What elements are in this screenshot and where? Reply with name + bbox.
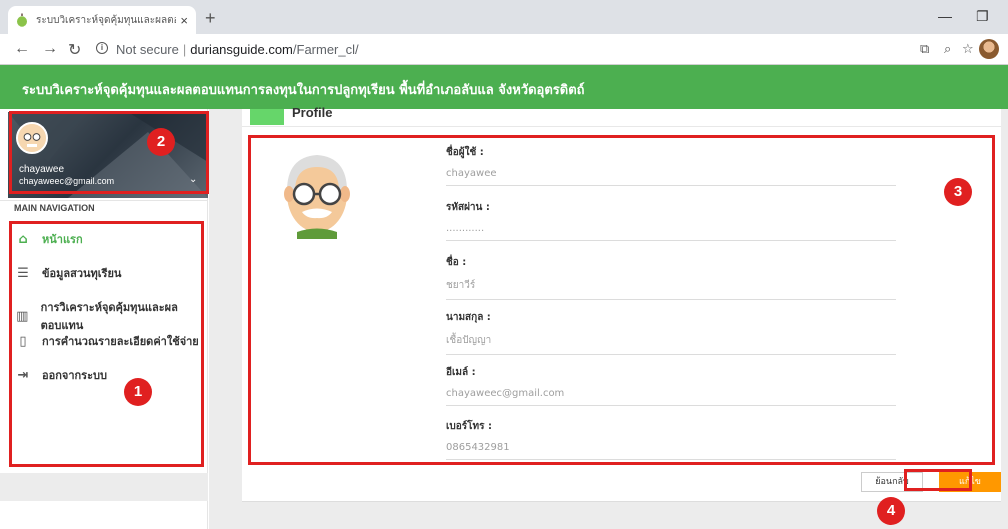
browser-tabbar: ระบบวิเคราะห์จุดคุ้มทุนและผลตอบแทน × + —… <box>0 0 1008 34</box>
url-field[interactable]: Not secure | duriansguide.com/Farmer_cl/ <box>116 42 359 57</box>
restore-icon[interactable]: ❐ <box>976 8 989 25</box>
nav-title: MAIN NAVIGATION <box>14 203 95 213</box>
app-header: ระบบวิเคราะห์จุดคุ้มทุนและผลตอบแทนการลงท… <box>0 65 1008 109</box>
browser-profile-avatar[interactable] <box>979 39 999 59</box>
minimize-icon[interactable]: — <box>938 8 952 24</box>
address-bar: ← → ↻ i Not secure | duriansguide.com/Farm… <box>0 34 1008 65</box>
translate-icon[interactable]: ⧉ <box>920 41 929 57</box>
browser-tab[interactable]: ระบบวิเคราะห์จุดคุ้มทุนและผลตอบแทน × <box>8 6 196 34</box>
nav-divider <box>0 200 208 201</box>
bookmark-star-icon[interactable]: ☆ <box>962 41 974 57</box>
annotation-box-3 <box>248 135 995 465</box>
annotation-badge-3: 3 <box>944 178 972 206</box>
annotation-box-1 <box>9 221 204 467</box>
annotation-badge-1: 1 <box>124 378 152 406</box>
url-host: duriansguide.com <box>190 42 293 57</box>
url-path: /Farmer_cl/ <box>292 42 359 57</box>
annotation-box-4 <box>904 469 972 491</box>
info-icon[interactable]: i <box>96 42 108 54</box>
annotation-badge-2: 2 <box>147 128 175 156</box>
back-arrow-icon[interactable]: ← <box>14 40 30 58</box>
sidebar-footer <box>0 473 208 501</box>
forward-arrow-icon[interactable]: → <box>42 40 58 58</box>
close-tab-icon[interactable]: × <box>180 13 188 28</box>
card-divider <box>242 126 1001 127</box>
annotation-box-2 <box>9 111 209 194</box>
profile-tab-marker <box>250 109 284 125</box>
durian-favicon-icon <box>17 13 27 27</box>
reload-icon[interactable]: ↻ <box>68 40 81 60</box>
tab-title: ระบบวิเคราะห์จุดคุ้มทุนและผลตอบแทน <box>36 14 176 26</box>
new-tab-icon[interactable]: + <box>205 9 216 27</box>
security-label: Not secure <box>116 42 179 57</box>
profile-title: Profile <box>292 105 333 120</box>
annotation-badge-4: 4 <box>877 497 905 525</box>
zoom-icon[interactable]: ⌕ <box>944 41 951 57</box>
